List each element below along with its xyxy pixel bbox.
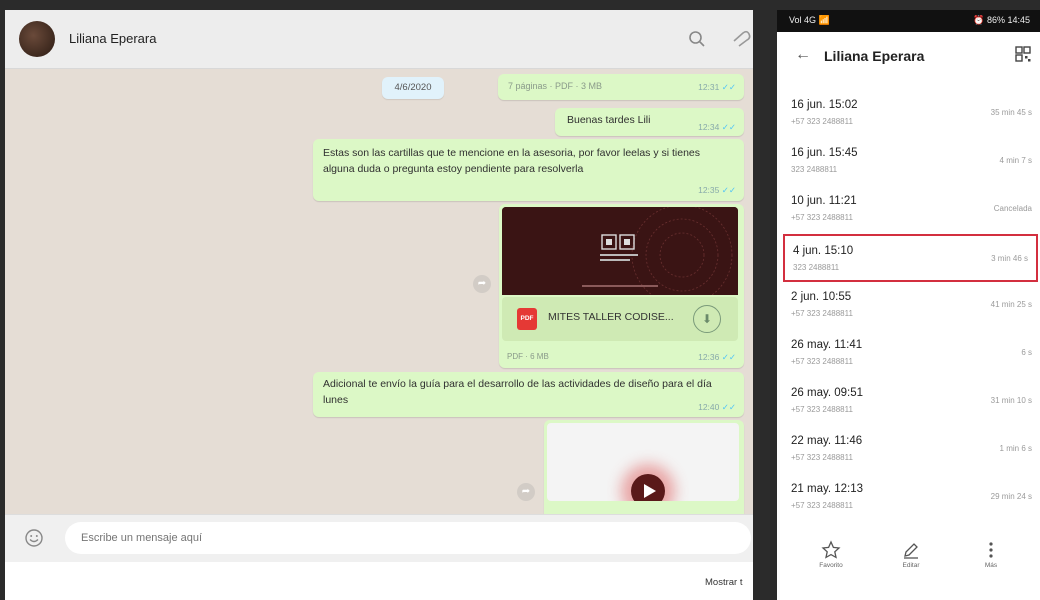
chat-header: Liliana Eperara	[5, 10, 753, 69]
message-text: Estas son las cartillas que te mencione …	[323, 147, 701, 175]
play-icon	[644, 484, 656, 498]
message-time: 12:36 ✓✓	[698, 352, 736, 362]
call-date: 21 may. 12:13	[791, 483, 864, 495]
message-text: Buenas tardes Lili	[567, 114, 651, 126]
message-time: 12:34 ✓✓	[698, 122, 736, 132]
call-duration: 1 min 6 s	[999, 444, 1032, 453]
action-label: Editar	[902, 562, 920, 569]
contact-name[interactable]: Liliana Eperara	[69, 31, 156, 46]
call-log-row-highlighted[interactable]: 4 jun. 15:10 323 2488811 3 min 46 s	[783, 234, 1038, 282]
more-action[interactable]: Más	[961, 540, 1021, 569]
contact-title: Liliana Eperara	[824, 48, 925, 64]
call-duration: 3 min 46 s	[991, 254, 1028, 263]
call-number: +57 323 2488811	[791, 405, 853, 414]
call-duration: 31 min 10 s	[990, 396, 1032, 405]
call-number: +57 323 2488811	[791, 453, 853, 462]
pdf-file-row[interactable]: PDF MITES TALLER CODISE... ⬇	[502, 297, 738, 341]
call-number: +57 323 2488811	[791, 309, 853, 318]
forward-icon[interactable]: ➦	[517, 483, 535, 501]
message-time: 12:35 ✓✓	[698, 185, 736, 195]
call-duration: 6 s	[1021, 348, 1032, 357]
call-date: 26 may. 11:41	[791, 339, 863, 351]
forward-icon[interactable]: ➦	[473, 275, 491, 293]
call-date: 2 jun. 10:55	[791, 291, 852, 303]
more-icon	[989, 542, 993, 558]
message-bubble-document[interactable]: PDF MITES TALLER CODISE... ⬇ PDF · 6 MB …	[499, 204, 744, 368]
message-bubble-video[interactable]	[544, 420, 744, 514]
chat-window: Liliana Eperara 4/6/2020 7 páginas · PDF…	[5, 10, 753, 600]
call-duration: 35 min 45 s	[990, 108, 1032, 117]
call-number: +57 323 2488811	[791, 213, 853, 222]
status-right: ⏰ 86% 14:45	[973, 15, 1030, 25]
call-number: 323 2488811	[791, 165, 838, 174]
message-input[interactable]	[65, 522, 751, 554]
call-date: 16 jun. 15:45	[791, 147, 858, 159]
call-log-row[interactable]: 16 jun. 15:02 +57 323 2488811 35 min 45 …	[777, 90, 1040, 138]
call-log-row[interactable]: 16 jun. 15:45 323 2488811 4 min 7 s	[777, 138, 1040, 186]
call-date: 22 may. 11:46	[791, 435, 863, 447]
call-log-row[interactable]: 2 jun. 10:55 +57 323 2488811 41 min 25 s	[777, 282, 1040, 330]
status-bar: Vol 4G 📶 ⏰ 86% 14:45	[777, 10, 1040, 32]
message-composer	[5, 514, 753, 563]
message-bubble[interactable]: Estas son las cartillas que te mencione …	[313, 139, 744, 201]
status-left: Vol 4G 📶	[789, 15, 830, 25]
pdf-file-icon: PDF	[517, 308, 537, 330]
date-chip: 4/6/2020	[382, 77, 444, 99]
attach-icon[interactable]	[731, 30, 753, 48]
call-date: 4 jun. 15:10	[793, 245, 854, 257]
phone-action-bar: Favorito Editar Más	[777, 538, 1040, 600]
call-duration: Cancelada	[993, 204, 1032, 213]
message-bubble[interactable]: 7 páginas · PDF · 3 MB 12:31 ✓✓	[498, 74, 744, 100]
call-log-row[interactable]: 26 may. 11:41 +57 323 2488811 6 s	[777, 330, 1040, 378]
call-log-row[interactable]: 10 jun. 11:21 +57 323 2488811 Cancelada	[777, 186, 1040, 234]
download-icon[interactable]: ⬇	[693, 305, 721, 333]
message-time: 12:40 ✓✓	[698, 402, 736, 412]
message-text: Adicional te envío la guía para el desar…	[323, 378, 712, 406]
star-icon	[821, 540, 841, 559]
favorite-action[interactable]: Favorito	[801, 540, 861, 569]
qr-code-icon[interactable]	[1015, 46, 1031, 62]
call-number: +57 323 2488811	[791, 357, 853, 366]
call-number: +57 323 2488811	[791, 117, 853, 126]
phone-header: ← Liliana Eperara	[777, 32, 1040, 80]
edit-action[interactable]: Editar	[881, 540, 941, 569]
avatar[interactable]	[19, 21, 55, 57]
emoji-icon[interactable]	[25, 529, 43, 547]
pdf-preview-thumbnail[interactable]	[502, 207, 738, 295]
edit-icon	[904, 543, 918, 559]
pdf-cover-art	[502, 207, 738, 295]
pdf-meta: PDF · 6 MB	[507, 352, 549, 361]
call-duration: 41 min 25 s	[990, 300, 1032, 309]
message-bubble[interactable]: Buenas tardes Lili 12:34 ✓✓	[555, 108, 744, 136]
call-date: 10 jun. 11:21	[791, 195, 857, 207]
action-label: Más	[984, 562, 998, 569]
back-arrow-icon[interactable]: ←	[795, 46, 811, 64]
message-bubble[interactable]: Adicional te envío la guía para el desar…	[313, 372, 744, 417]
bottom-bar: Mostrar t	[5, 562, 753, 600]
action-label: Favorito	[819, 562, 843, 569]
message-time: 12:31 ✓✓	[698, 82, 736, 92]
call-number: 323 2488811	[793, 263, 840, 272]
call-number: +57 323 2488811	[791, 501, 853, 510]
search-icon[interactable]	[688, 30, 706, 48]
message-text: 7 páginas · PDF · 3 MB	[508, 81, 603, 91]
show-more-link[interactable]: Mostrar t	[705, 577, 742, 588]
message-list[interactable]: 4/6/2020 7 páginas · PDF · 3 MB 12:31 ✓✓…	[5, 69, 753, 514]
call-duration: 4 min 7 s	[999, 156, 1032, 165]
call-date: 26 may. 09:51	[791, 387, 864, 399]
call-date: 16 jun. 15:02	[791, 99, 858, 111]
call-log-row[interactable]: 21 may. 12:13 +57 323 2488811 29 min 24 …	[777, 474, 1040, 522]
call-log-row[interactable]: 22 may. 11:46 +57 323 2488811 1 min 6 s	[777, 426, 1040, 474]
play-button[interactable]	[631, 474, 665, 501]
phone-call-log: Vol 4G 📶 ⏰ 86% 14:45 ← Liliana Eperara 1…	[777, 10, 1040, 600]
call-duration: 29 min 24 s	[990, 492, 1032, 501]
video-thumbnail[interactable]	[547, 423, 739, 501]
pdf-file-name: MITES TALLER CODISE...	[548, 311, 674, 323]
call-log-row[interactable]: 26 may. 09:51 +57 323 2488811 31 min 10 …	[777, 378, 1040, 426]
